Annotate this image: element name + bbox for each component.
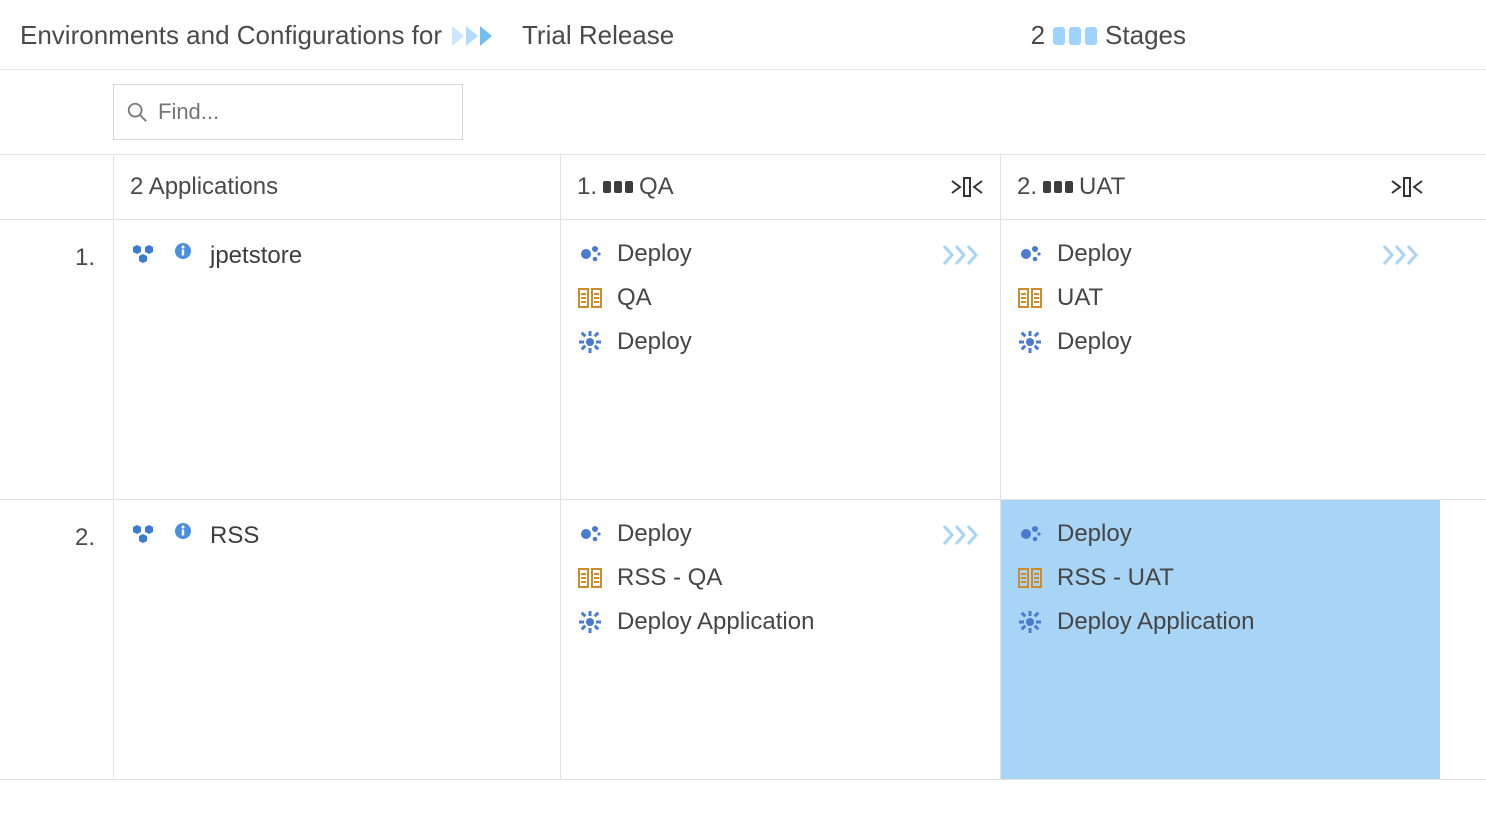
apps-column-header: 2 Applications	[113, 155, 560, 219]
stage-2-num: 2.	[1017, 173, 1037, 201]
process-label: Deploy	[1057, 328, 1132, 356]
row-number: 2.	[0, 500, 113, 779]
environment-icon	[577, 287, 603, 309]
stage-cell[interactable]: Deploy RSS - UAT	[1000, 500, 1440, 779]
stage-cell[interactable]: Deploy RSS - QA	[560, 500, 1000, 779]
environment-label: UAT	[1057, 284, 1103, 312]
search-box[interactable]	[113, 84, 463, 140]
process-label: Deploy Application	[617, 608, 814, 636]
stage-icon	[603, 181, 633, 193]
header-spacer	[0, 155, 113, 219]
process-gear-icon	[1017, 610, 1043, 634]
release-name: Trial Release	[522, 20, 674, 51]
deploy-dots-icon	[1017, 522, 1043, 546]
stage-count: 2	[1031, 20, 1045, 51]
stage-1-name: QA	[639, 173, 674, 201]
deploy-label: Deploy	[1057, 240, 1132, 268]
deploy-label: Deploy	[617, 240, 692, 268]
environment-icon	[1017, 567, 1043, 589]
environment-label: RSS - QA	[617, 564, 722, 592]
deploy-dots-icon	[577, 242, 603, 266]
stage-cell[interactable]: Deploy UAT	[1000, 220, 1440, 499]
app-type-icon	[130, 242, 156, 266]
apps-header-label: 2 Applications	[130, 173, 278, 201]
page-header: Environments and Configurations for Tria…	[0, 0, 1486, 70]
app-name: jpetstore	[210, 242, 302, 270]
environment-icon	[577, 567, 603, 589]
deploy-dots-icon	[1017, 242, 1043, 266]
info-icon[interactable]	[170, 522, 196, 540]
stage-cell[interactable]: Deploy QA	[560, 220, 1000, 499]
expand-chevrons-icon[interactable]	[942, 244, 982, 273]
process-label: Deploy	[617, 328, 692, 356]
info-icon[interactable]	[170, 242, 196, 260]
search-input[interactable]	[156, 98, 450, 126]
collapse-icon[interactable]	[1390, 175, 1424, 199]
rows-container: 1. jpetstore	[0, 220, 1486, 780]
stage-column-header-2[interactable]: 2. UAT	[1000, 155, 1440, 219]
table-row: 2. RSS	[0, 500, 1486, 780]
deploy-label: Deploy	[1057, 520, 1132, 548]
app-cell[interactable]: RSS	[113, 500, 560, 779]
expand-chevrons-icon[interactable]	[1382, 244, 1422, 273]
row-number: 1.	[0, 220, 113, 499]
stages-icon	[1053, 27, 1097, 45]
stage-2-name: UAT	[1079, 173, 1125, 201]
environment-label: QA	[617, 284, 652, 312]
process-gear-icon	[1017, 330, 1043, 354]
app-name: RSS	[210, 522, 259, 550]
process-label: Deploy Application	[1057, 608, 1254, 636]
stage-1-num: 1.	[577, 173, 597, 201]
header-title-prefix: Environments and Configurations for	[20, 20, 442, 51]
app-type-icon	[130, 522, 156, 546]
stage-column-header-1[interactable]: 1. QA	[560, 155, 1000, 219]
deploy-dots-icon	[577, 522, 603, 546]
table-row: 1. jpetstore	[0, 220, 1486, 500]
environment-icon	[1017, 287, 1043, 309]
app-cell[interactable]: jpetstore	[113, 220, 560, 499]
collapse-icon[interactable]	[950, 175, 984, 199]
search-icon	[126, 101, 148, 123]
grid-header: 2 Applications 1. QA 2. UAT	[0, 154, 1486, 220]
release-chevrons-icon	[452, 24, 512, 48]
stage-icon	[1043, 181, 1073, 193]
process-gear-icon	[577, 610, 603, 634]
environment-label: RSS - UAT	[1057, 564, 1174, 592]
expand-chevrons-icon[interactable]	[942, 524, 982, 553]
stages-label: Stages	[1105, 20, 1186, 51]
process-gear-icon	[577, 330, 603, 354]
search-row	[0, 70, 1486, 154]
deploy-label: Deploy	[617, 520, 692, 548]
